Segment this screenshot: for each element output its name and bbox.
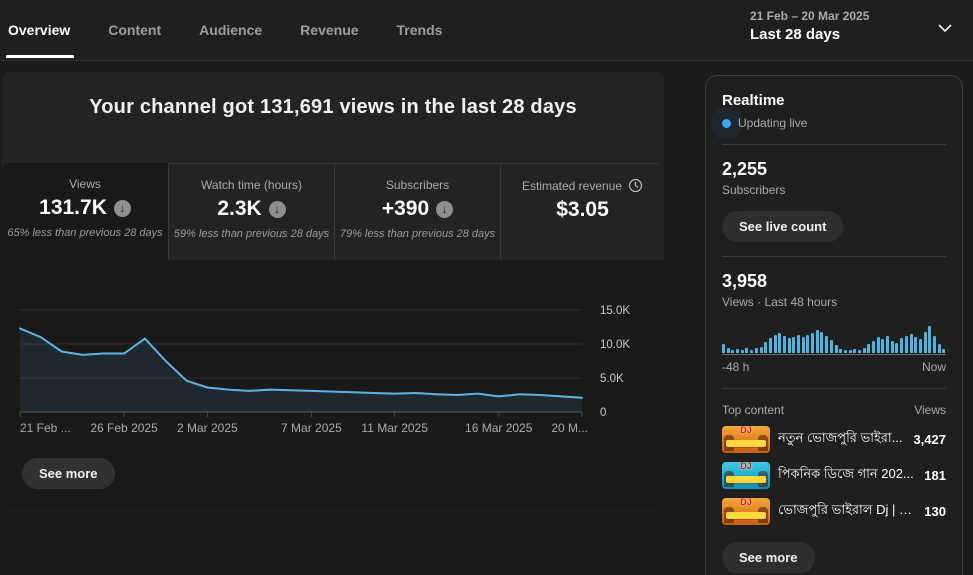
top-content-row[interactable]: DJ পিকনিক ডিজে গান 202... 181 [722, 462, 946, 489]
metric-card-views[interactable]: Views 131.7K ↓ 65% less than previous 28… [2, 163, 168, 260]
video-thumbnail: DJ [722, 498, 770, 525]
axis-label-start: -48 h [722, 360, 749, 374]
top-content-header: Top content [722, 403, 784, 417]
metric-watch-label: Watch time (hours) [169, 178, 334, 192]
metric-subs-note: 79% less than previous 28 days [335, 228, 500, 240]
realtime-subscriber-count: 2,255 [722, 159, 946, 180]
tab-revenue[interactable]: Revenue [300, 0, 382, 60]
realtime-views-count: 3,958 [722, 271, 946, 292]
metric-card-subscribers[interactable]: Subscribers +390 ↓ 79% less than previou… [334, 163, 500, 260]
tab-trends-label: Trends [397, 22, 443, 38]
live-dot-icon [722, 119, 731, 128]
svg-text:0: 0 [600, 407, 606, 419]
thumbnail-title-band [726, 512, 766, 519]
video-title: পিকনিক ডিজে গান 202... [778, 465, 916, 486]
metric-watch-value: 2.3K [217, 197, 261, 221]
video-thumbnail: DJ [722, 462, 770, 489]
divider [722, 256, 946, 257]
trend-down-icon: ↓ [269, 201, 286, 218]
metric-revenue-label: Estimated revenue [522, 179, 622, 193]
chevron-down-icon [937, 23, 953, 33]
video-title: ভোজপুরি ভাইরাল Dj | B... [778, 501, 916, 522]
trend-down-icon: ↓ [436, 201, 453, 218]
video-views: 181 [924, 468, 946, 483]
svg-text:7 Mar 2025: 7 Mar 2025 [281, 421, 342, 435]
thumbnail-dj-text: DJ [740, 498, 752, 508]
metric-views-label: Views [2, 177, 168, 191]
realtime-title: Realtime [722, 92, 946, 109]
metric-subs-value-row: +390 ↓ [335, 197, 500, 221]
tab-revenue-label: Revenue [300, 22, 358, 38]
metric-views-note: 65% less than previous 28 days [2, 227, 168, 239]
date-range-text: 21 Feb – 20 Mar 2025 [750, 9, 965, 23]
metric-cards-row: Views 131.7K ↓ 65% less than previous 28… [2, 163, 664, 260]
svg-text:15.0K: 15.0K [600, 305, 630, 317]
thumbnail-title-band [726, 476, 766, 483]
metric-subs-label: Subscribers [335, 178, 500, 192]
top-content-header-row: Top content Views [722, 403, 946, 417]
metric-revenue-value: $3.05 [556, 198, 609, 222]
svg-text:11 Mar 2025: 11 Mar 2025 [361, 421, 428, 435]
see-live-count-button[interactable]: See live count [722, 211, 843, 242]
metric-subs-value: +390 [382, 197, 429, 221]
metric-card-watch-time[interactable]: Watch time (hours) 2.3K ↓ 59% less than … [168, 163, 334, 260]
updating-live-row: Updating live [722, 116, 946, 130]
divider [722, 388, 946, 389]
top-content-views-header: Views [914, 403, 946, 417]
realtime-card: Realtime Updating live 2,255 Subscribers… [705, 75, 963, 575]
svg-text:26 Feb 2025: 26 Feb 2025 [90, 421, 158, 435]
views-line-chart[interactable]: 15.0K 10.0K 5.0K 0 21 Feb ... 26 Feb 2025 2 Ma… [2, 300, 664, 442]
analytics-tabs: Overview Content Audience Revenue Trends [6, 0, 480, 60]
tab-content[interactable]: Content [108, 0, 185, 60]
video-title: নতুন ভোজপুরি ভাইরা... [778, 429, 905, 450]
svg-text:10.0K: 10.0K [600, 339, 630, 351]
metric-views-value: 131.7K [39, 196, 107, 220]
axis-label-now: Now [922, 360, 946, 374]
date-range-picker[interactable]: 21 Feb – 20 Mar 2025 Last 28 days [750, 9, 965, 43]
metric-watch-note: 59% less than previous 28 days [169, 228, 334, 240]
realtime-views-label: Views · Last 48 hours [722, 295, 946, 309]
tab-audience-label: Audience [199, 22, 262, 38]
realtime-subscribers-label: Subscribers [722, 183, 946, 197]
top-content-row[interactable]: DJ ভোজপুরি ভাইরাল Dj | B... 130 [722, 498, 946, 525]
video-views: 3,427 [913, 432, 946, 447]
page-title: Your channel got 131,691 views in the la… [2, 72, 664, 119]
tab-trends[interactable]: Trends [397, 0, 467, 60]
trend-down-icon: ↓ [114, 200, 131, 217]
realtime-views-bar-chart [722, 325, 946, 355]
svg-text:20 M...: 20 M... [551, 421, 588, 435]
svg-text:2 Mar 2025: 2 Mar 2025 [177, 421, 238, 435]
key-metrics-card: Views 131.7K ↓ 65% less than previous 28… [2, 163, 664, 509]
tab-overview-label: Overview [8, 22, 70, 38]
analytics-see-more-button[interactable]: See more [22, 458, 115, 489]
thumbnail-dj-text: DJ [740, 426, 752, 436]
video-thumbnail: DJ [722, 426, 770, 453]
clock-icon [628, 178, 643, 193]
thumbnail-title-band [726, 440, 766, 447]
svg-text:21 Feb ...: 21 Feb ... [20, 421, 71, 435]
svg-text:5.0K: 5.0K [600, 373, 624, 385]
tab-audience[interactable]: Audience [199, 0, 286, 60]
date-preset-text: Last 28 days [750, 26, 965, 43]
realtime-axis-row: -48 h Now [722, 360, 946, 374]
thumbnail-dj-text: DJ [740, 462, 752, 472]
tab-content-label: Content [108, 22, 161, 38]
svg-text:16 Mar 2025: 16 Mar 2025 [465, 421, 533, 435]
metric-card-revenue[interactable]: Estimated revenue $3.05 [500, 163, 664, 260]
divider [722, 144, 946, 145]
metric-watch-value-row: 2.3K ↓ [169, 197, 334, 221]
overview-panel: Your channel got 131,691 views in the la… [2, 72, 664, 509]
top-content-row[interactable]: DJ নতুন ভোজপুরি ভাইরা... 3,427 [722, 426, 946, 453]
updating-live-label: Updating live [738, 116, 807, 130]
metric-views-value-row: 131.7K ↓ [2, 196, 168, 220]
tab-overview[interactable]: Overview [6, 0, 94, 60]
realtime-see-more-button[interactable]: See more [722, 542, 815, 573]
top-navigation: Overview Content Audience Revenue Trends… [0, 0, 973, 61]
video-views: 130 [924, 504, 946, 519]
